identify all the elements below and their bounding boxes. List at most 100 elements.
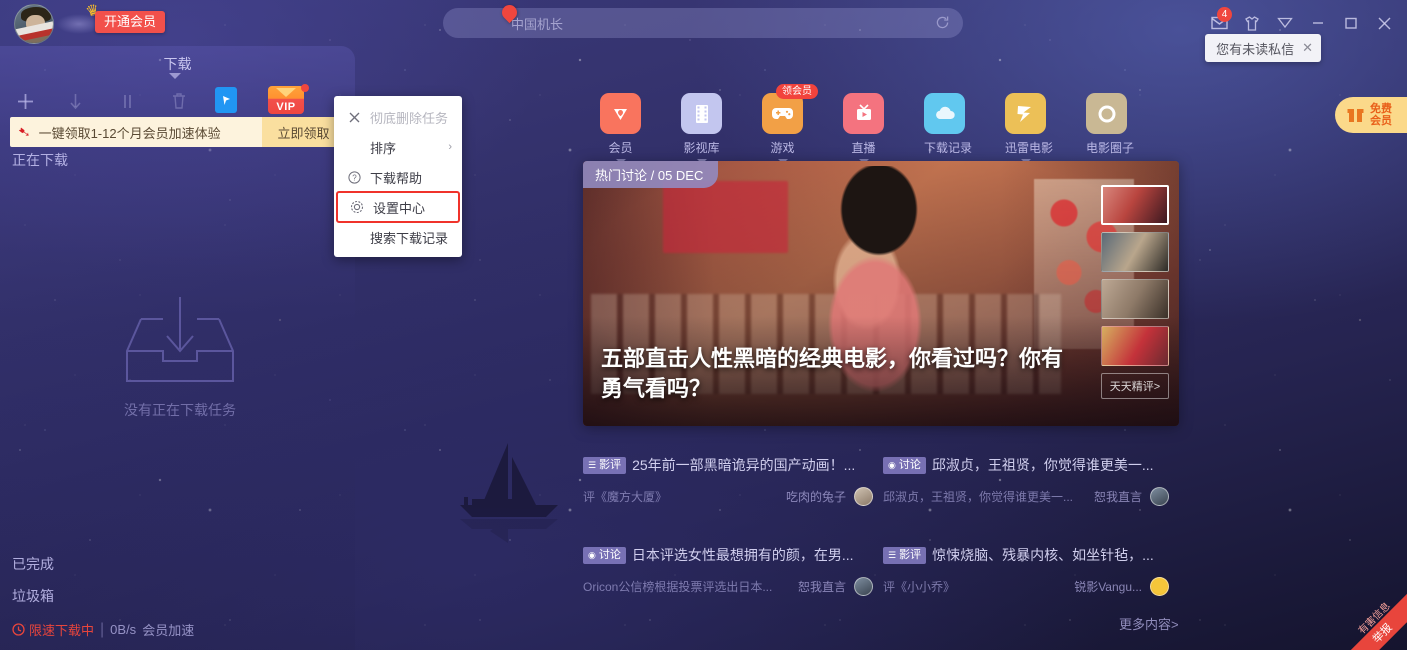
nav-label-movie-circle: 电影圈子 bbox=[1086, 139, 1127, 156]
funnel-icon[interactable] bbox=[1270, 9, 1300, 37]
card-title[interactable]: 惊悚烧脑、残暴内核、如坐针毡，... bbox=[932, 545, 1154, 565]
search-input[interactable]: 中国机长 bbox=[443, 8, 963, 38]
vip-toolbar-button[interactable]: VIP bbox=[268, 86, 304, 114]
menu-label-download-help: 下载帮助 bbox=[370, 168, 422, 187]
hero-thumb-1[interactable] bbox=[1101, 185, 1169, 225]
open-vip-button[interactable]: 开通会员 bbox=[95, 11, 165, 33]
empty-state-caption: 没有正在下载任务 bbox=[100, 400, 260, 420]
speed-limit-status: 限速下载中 bbox=[12, 620, 94, 639]
window-controls: 4 bbox=[1204, 9, 1399, 37]
status-bar: 限速下载中 | 0B/s 会员加速 bbox=[12, 620, 194, 639]
card-tag-label: 讨论 bbox=[899, 457, 921, 474]
context-menu: 彻底删除任务 排序 › ? 下载帮助 设置中心 搜索下载记录 bbox=[334, 96, 462, 257]
vip-notification-dot bbox=[301, 84, 309, 92]
pause-all-button[interactable] bbox=[110, 84, 144, 118]
gear-icon bbox=[349, 200, 365, 214]
nav-item-download-records[interactable]: 下载记录 bbox=[924, 93, 965, 164]
delete-button[interactable] bbox=[162, 84, 196, 118]
circle-o-icon bbox=[1086, 93, 1127, 134]
close-icon bbox=[346, 112, 362, 123]
thunder-bird-icon: ➷ bbox=[17, 122, 32, 142]
toast-close-icon[interactable]: ✕ bbox=[1302, 40, 1313, 56]
hero-title[interactable]: 五部直击人性黑暗的经典电影，你看过吗？你有勇气看吗？ bbox=[601, 344, 1076, 404]
menu-item-download-help[interactable]: ? 下载帮助 bbox=[334, 162, 462, 192]
list-item[interactable]: ☰ 影评 25年前一部黑暗诡异的国产动画！... 评《魔方大厦》 吃肉的兔子 bbox=[583, 455, 883, 545]
close-icon[interactable] bbox=[1369, 9, 1399, 37]
list-item[interactable]: ◉ 讨论 邱淑贞，王祖贤，你觉得谁更美一... 邱淑贞，王祖贤，你觉得谁更美一.… bbox=[883, 455, 1179, 545]
add-task-button[interactable] bbox=[8, 84, 42, 118]
chevron-right-icon: › bbox=[448, 141, 452, 153]
sailboat-illustration bbox=[420, 435, 595, 550]
tv-icon bbox=[843, 93, 884, 134]
start-all-button[interactable] bbox=[58, 84, 92, 118]
comment-icon: ◉ bbox=[888, 461, 896, 470]
section-downloading[interactable]: 正在下载 bbox=[12, 150, 68, 170]
avatar bbox=[1150, 577, 1169, 596]
nav-item-movie-circle[interactable]: 电影圈子 bbox=[1086, 93, 1127, 164]
vip-label: VIP bbox=[276, 100, 295, 114]
cloud-icon bbox=[924, 93, 965, 134]
tab-caret-icon bbox=[169, 73, 181, 79]
hero-banner[interactable]: 热门讨论 / 05 DEC 五部直击人性黑暗的经典电影，你看过吗？你有勇气看吗？… bbox=[583, 161, 1179, 426]
user-avatar[interactable] bbox=[14, 4, 54, 44]
menu-item-sort[interactable]: 排序 › bbox=[334, 132, 462, 162]
nav-label-movie-library: 影视库 bbox=[681, 139, 722, 156]
card-subtitle: Oricon公信榜根据投票评选出日本... bbox=[583, 578, 790, 595]
nav-label-games: 游戏 bbox=[762, 139, 803, 156]
speed-limit-label: 限速下载中 bbox=[29, 620, 94, 639]
more-content-link[interactable]: 更多内容> bbox=[1119, 614, 1179, 633]
list-icon: ☰ bbox=[588, 461, 596, 470]
list-item[interactable]: ◉ 讨论 日本评选女性最想拥有的颜，在男... Oricon公信榜根据投票评选出… bbox=[583, 545, 883, 635]
free-vip-gift-button[interactable]: 免费 会员 bbox=[1335, 97, 1407, 133]
card-tag-label: 影评 bbox=[899, 547, 921, 564]
shirt-icon[interactable] bbox=[1237, 9, 1267, 37]
hero-more-reviews-button[interactable]: 天天精评> bbox=[1101, 373, 1169, 399]
menu-label-delete-task: 彻底删除任务 bbox=[370, 108, 448, 127]
svg-text:?: ? bbox=[352, 173, 357, 182]
avatar bbox=[1150, 487, 1169, 506]
hero-thumbnail-strip: 天天精评> bbox=[1101, 185, 1169, 399]
help-icon: ? bbox=[346, 171, 362, 184]
card-tag: ☰ 影评 bbox=[883, 547, 926, 564]
mobile-transfer-icon[interactable] bbox=[215, 87, 237, 113]
nav-label-live: 直播 bbox=[843, 139, 884, 156]
mail-badge-count: 4 bbox=[1217, 7, 1232, 22]
menu-item-delete-task[interactable]: 彻底删除任务 bbox=[334, 102, 462, 132]
nav-item-xunlei-movie[interactable]: 迅雷电影 bbox=[1005, 93, 1046, 164]
card-author: 恕我直言 bbox=[798, 578, 846, 595]
gamepad-icon bbox=[762, 93, 803, 134]
mail-icon[interactable]: 4 bbox=[1204, 9, 1234, 37]
card-title[interactable]: 邱淑贞，王祖贤，你觉得谁更美一... bbox=[932, 455, 1154, 475]
gift-label-line1: 免费 bbox=[1370, 103, 1392, 115]
menu-item-settings-center[interactable]: 设置中心 bbox=[337, 192, 459, 222]
main-nav: 会员 影视库 领会员 游戏 直播 bbox=[600, 93, 1127, 164]
hero-thumb-2[interactable] bbox=[1101, 232, 1169, 272]
vip-accelerate-link[interactable]: 会员加速 bbox=[142, 620, 194, 639]
card-title[interactable]: 25年前一部黑暗诡异的国产动画！... bbox=[632, 455, 855, 475]
nav-label-download-records: 下载记录 bbox=[924, 139, 965, 156]
card-tag-label: 影评 bbox=[599, 457, 621, 474]
gift-icon bbox=[1346, 106, 1365, 124]
report-harmful-info-ribbon[interactable]: 有害信息 举报 bbox=[1341, 590, 1407, 650]
nav-item-movie-library[interactable]: 影视库 bbox=[681, 93, 722, 164]
card-title[interactable]: 日本评选女性最想拥有的颜，在男... bbox=[632, 545, 854, 565]
promo-claim-button[interactable]: 立即领取 bbox=[262, 117, 345, 147]
card-tag: ☰ 影评 bbox=[583, 457, 626, 474]
nav-item-live[interactable]: 直播 bbox=[843, 93, 884, 164]
section-completed[interactable]: 已完成 bbox=[12, 554, 54, 574]
vip-promo-banner[interactable]: ➷ 一键领取1-12个月会员加速体验 立即领取 bbox=[10, 117, 345, 147]
unread-message-toast[interactable]: 您有未读私信 ✕ bbox=[1205, 34, 1321, 62]
hero-thumb-4[interactable] bbox=[1101, 326, 1169, 366]
nav-item-vip[interactable]: 会员 bbox=[600, 93, 641, 164]
title-bar: ♛ 开通会员 中国机长 4 bbox=[0, 0, 1407, 46]
maximize-icon[interactable] bbox=[1336, 9, 1366, 37]
menu-item-search-records[interactable]: 搜索下载记录 bbox=[334, 222, 462, 252]
film-icon bbox=[681, 93, 722, 134]
nav-label-vip: 会员 bbox=[600, 139, 641, 156]
nav-item-games[interactable]: 领会员 游戏 bbox=[762, 93, 803, 164]
section-trash[interactable]: 垃圾箱 bbox=[12, 586, 54, 606]
hero-thumb-3[interactable] bbox=[1101, 279, 1169, 319]
minimize-icon[interactable] bbox=[1303, 9, 1333, 37]
refresh-icon[interactable] bbox=[934, 14, 951, 31]
card-author: 锐影Vangu... bbox=[1074, 578, 1142, 595]
